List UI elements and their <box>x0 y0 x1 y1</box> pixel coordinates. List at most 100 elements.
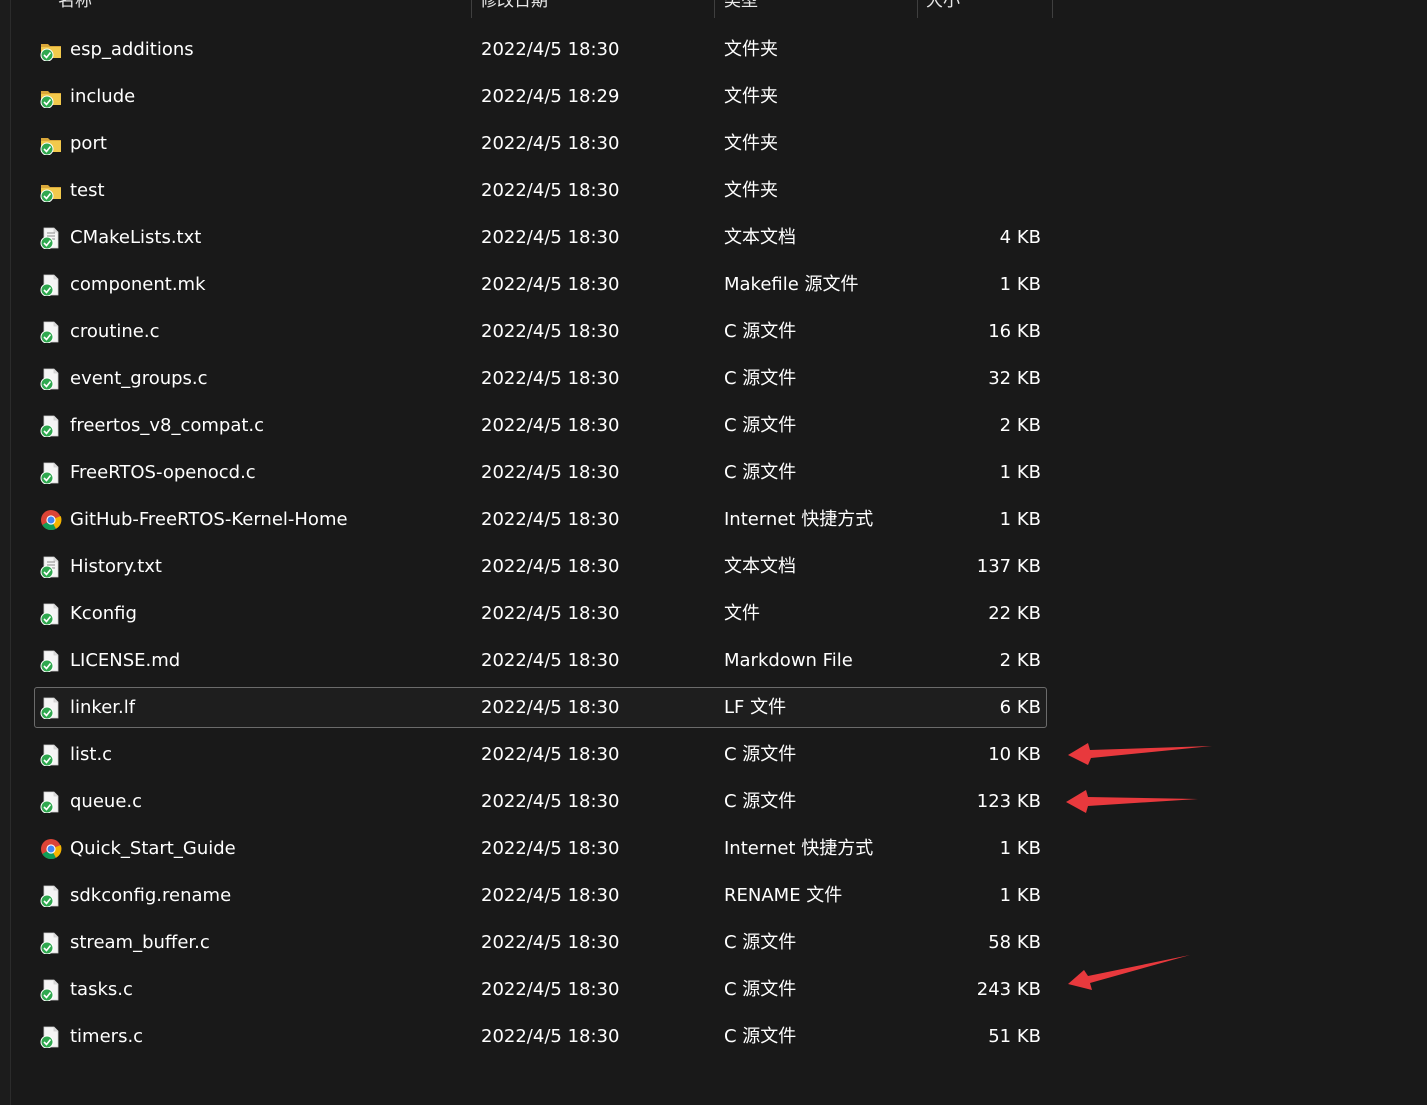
modified-date: 2022/4/5 18:30 <box>481 650 620 671</box>
file-type: C 源文件 <box>724 1026 797 1047</box>
header-type[interactable]: 类型 <box>724 0 758 18</box>
file-row-linker-lf[interactable]: linker.lf 2022/4/5 18:30 LF 文件 6 KB <box>34 687 1047 728</box>
file-row-include[interactable]: include 2022/4/5 18:29 文件夹 <box>34 76 1047 117</box>
left-pane-edge <box>0 0 11 1105</box>
file-type: C 源文件 <box>724 791 797 812</box>
file-name: event_groups.c <box>70 368 208 389</box>
file-name: test <box>70 180 105 201</box>
modified-date: 2022/4/5 18:30 <box>481 180 620 201</box>
file-icon <box>40 415 62 438</box>
file-icon <box>40 368 62 391</box>
file-icon <box>40 697 62 720</box>
file-icon <box>40 932 62 955</box>
file-size: 51 KB <box>988 1026 1041 1047</box>
file-icon <box>40 979 62 1002</box>
file-row-component-mk[interactable]: component.mk 2022/4/5 18:30 Makefile 源文件 1 … <box>34 264 1047 305</box>
file-size: 58 KB <box>988 932 1041 953</box>
file-type: Makefile 源文件 <box>724 274 859 295</box>
file-size: 16 KB <box>988 321 1041 342</box>
file-size: 4 KB <box>999 227 1041 248</box>
file-type: C 源文件 <box>724 932 797 953</box>
file-size: 22 KB <box>988 603 1041 624</box>
file-row-timers-c[interactable]: timers.c 2022/4/5 18:30 C 源文件 51 KB <box>34 1016 1047 1057</box>
file-type: 文件夹 <box>724 86 778 107</box>
file-name: Kconfig <box>70 603 137 624</box>
file-size: 1 KB <box>999 838 1041 859</box>
file-row-quick-start-guide[interactable]: Quick_Start_Guide 2022/4/5 18:30 Internet … <box>34 828 1047 869</box>
file-name: esp_additions <box>70 39 194 60</box>
header-date[interactable]: 修改日期 <box>480 0 548 18</box>
file-row-croutine-c[interactable]: croutine.c 2022/4/5 18:30 C 源文件 16 KB <box>34 311 1047 352</box>
modified-date: 2022/4/5 18:30 <box>481 979 620 1000</box>
modified-date: 2022/4/5 18:30 <box>481 39 620 60</box>
file-row-esp-additions[interactable]: esp_additions 2022/4/5 18:30 文件夹 <box>34 29 1047 70</box>
file-size: 2 KB <box>999 415 1041 436</box>
file-type: C 源文件 <box>724 368 797 389</box>
file-type: RENAME 文件 <box>724 885 843 906</box>
file-size: 1 KB <box>999 509 1041 530</box>
file-type: C 源文件 <box>724 321 797 342</box>
file-size: 123 KB <box>976 791 1041 812</box>
file-row-stream-buffer-c[interactable]: stream_buffer.c 2022/4/5 18:30 C 源文件 58 KB <box>34 922 1047 963</box>
file-type: 文件 <box>724 603 760 624</box>
header-separator[interactable] <box>917 0 918 18</box>
file-icon <box>40 791 62 814</box>
modified-date: 2022/4/5 18:30 <box>481 838 620 859</box>
file-row-kconfig[interactable]: Kconfig 2022/4/5 18:30 文件 22 KB <box>34 593 1047 634</box>
header-size[interactable]: 大小 <box>926 0 960 18</box>
column-header: 名称 修改日期 类型 大小 <box>10 0 1053 18</box>
file-name: list.c <box>70 744 113 765</box>
file-row-test[interactable]: test 2022/4/5 18:30 文件夹 <box>34 170 1047 211</box>
modified-date: 2022/4/5 18:30 <box>481 1026 620 1047</box>
file-icon <box>40 603 62 626</box>
file-name: CMakeLists.txt <box>70 227 202 248</box>
modified-date: 2022/4/5 18:30 <box>481 556 620 577</box>
file-row-history-txt[interactable]: History.txt 2022/4/5 18:30 文本文档 137 KB <box>34 546 1047 587</box>
file-name: linker.lf <box>70 697 136 718</box>
file-icon <box>40 1026 62 1049</box>
file-icon <box>40 274 62 297</box>
file-name: History.txt <box>70 556 162 577</box>
file-name: timers.c <box>70 1026 144 1047</box>
file-name: LICENSE.md <box>70 650 181 671</box>
modified-date: 2022/4/5 18:30 <box>481 274 620 295</box>
folder-icon <box>40 133 62 156</box>
modified-date: 2022/4/5 18:30 <box>481 791 620 812</box>
file-size: 1 KB <box>999 885 1041 906</box>
header-separator[interactable] <box>471 0 472 18</box>
file-type: C 源文件 <box>724 979 797 1000</box>
header-separator[interactable] <box>714 0 715 18</box>
file-size: 2 KB <box>999 650 1041 671</box>
file-row-sdkconfig-rename[interactable]: sdkconfig.rename 2022/4/5 18:30 RENAME 文件 1… <box>34 875 1047 916</box>
file-row-port[interactable]: port 2022/4/5 18:30 文件夹 <box>34 123 1047 164</box>
modified-date: 2022/4/5 18:30 <box>481 509 620 530</box>
file-row-freertos-v8-compat-c[interactable]: freertos_v8_compat.c 2022/4/5 18:30 C 源文件 2… <box>34 405 1047 446</box>
file-size: 137 KB <box>976 556 1041 577</box>
file-row-freertos-openocd-c[interactable]: FreeRTOS-openocd.c 2022/4/5 18:30 C 源文件 1 K… <box>34 452 1047 493</box>
file-row-github-freertos-kernel-home[interactable]: GitHub-FreeRTOS-Kernel-Home 2022/4/5 18:3… <box>34 499 1047 540</box>
header-name[interactable]: 名称 <box>58 0 92 18</box>
file-name: port <box>70 133 107 154</box>
file-row-event-groups-c[interactable]: event_groups.c 2022/4/5 18:30 C 源文件 32 KB <box>34 358 1047 399</box>
file-row-cmakelists-txt[interactable]: CMakeLists.txt 2022/4/5 18:30 文本文档 4 KB <box>34 217 1047 258</box>
file-type: Markdown File <box>724 650 853 671</box>
header-separator[interactable] <box>1052 0 1053 18</box>
file-row-queue-c[interactable]: queue.c 2022/4/5 18:30 C 源文件 123 KB <box>34 781 1047 822</box>
file-row-license-md[interactable]: LICENSE.md 2022/4/5 18:30 Markdown File 2 K… <box>34 640 1047 681</box>
file-name: sdkconfig.rename <box>70 885 232 906</box>
modified-date: 2022/4/5 18:30 <box>481 697 620 718</box>
file-row-tasks-c[interactable]: tasks.c 2022/4/5 18:30 C 源文件 243 KB <box>34 969 1047 1010</box>
modified-date: 2022/4/5 18:30 <box>481 744 620 765</box>
file-row-list-c[interactable]: list.c 2022/4/5 18:30 C 源文件 10 KB <box>34 734 1047 775</box>
file-icon <box>40 462 62 485</box>
file-name: FreeRTOS-openocd.c <box>70 462 256 483</box>
file-name: freertos_v8_compat.c <box>70 415 265 436</box>
file-name: croutine.c <box>70 321 160 342</box>
modified-date: 2022/4/5 18:30 <box>481 462 620 483</box>
chrome-icon <box>40 509 62 531</box>
file-size: 10 KB <box>988 744 1041 765</box>
file-icon <box>40 321 62 344</box>
file-icon <box>40 650 62 673</box>
text-file-icon <box>40 556 62 579</box>
file-type: C 源文件 <box>724 744 797 765</box>
